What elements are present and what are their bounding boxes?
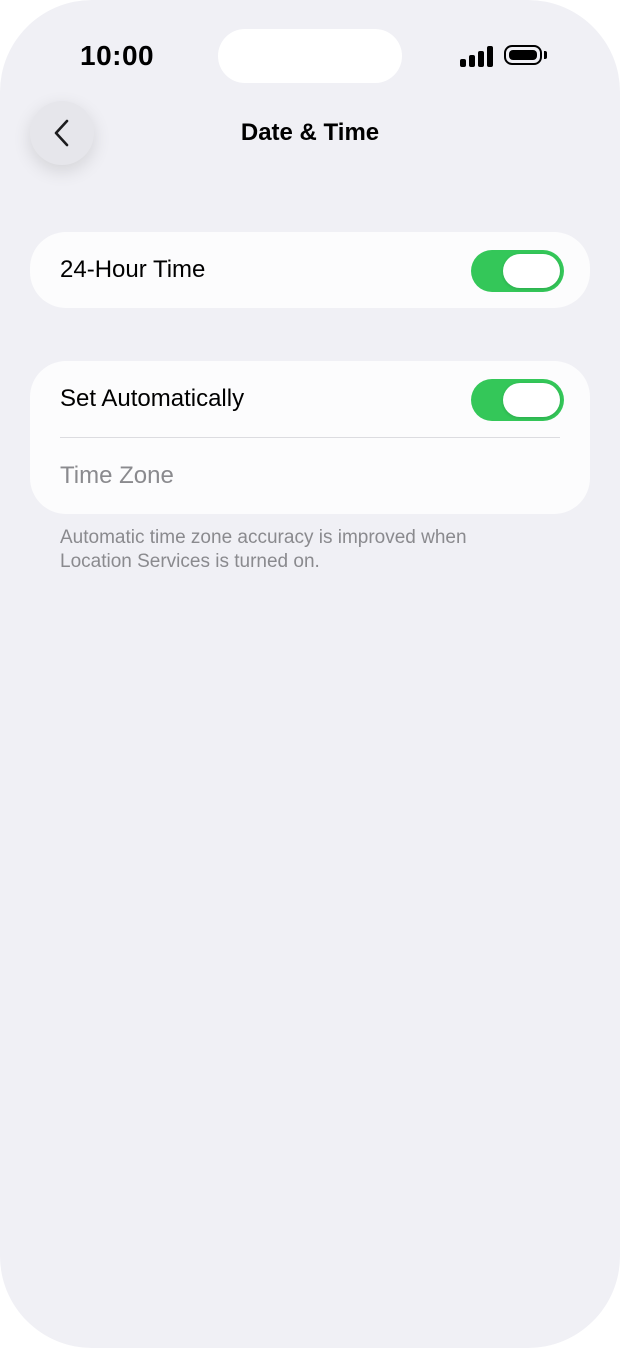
toggle-knob	[503, 383, 560, 417]
battery-icon	[504, 45, 550, 69]
phone-screen: 10:00 Date & Time 24-Hour Time Set Autom…	[0, 0, 620, 1348]
footnote-location-services: Automatic time zone accuracy is improved…	[60, 527, 467, 572]
dynamic-island	[218, 29, 402, 83]
row-label-time-zone: Time Zone	[60, 462, 174, 489]
settings-group-24-hour: 24-Hour Time	[30, 232, 590, 308]
row-label-24-hour-time: 24-Hour Time	[60, 256, 206, 283]
row-label-set-automatically: Set Automatically	[60, 385, 245, 412]
row-24-hour-time[interactable]: 24-Hour Time	[30, 232, 590, 308]
cellular-signal-icon	[460, 46, 494, 67]
toggle-set-automatically[interactable]	[471, 379, 564, 421]
toggle-24-hour-time[interactable]	[471, 250, 564, 292]
row-time-zone: Time Zone	[30, 438, 590, 514]
row-set-automatically[interactable]: Set Automatically	[30, 361, 590, 437]
chevron-left-icon	[54, 119, 69, 147]
page-title: Date & Time	[240, 119, 380, 146]
settings-group-automatic: Set Automatically Time Zone	[30, 361, 590, 514]
back-button[interactable]	[30, 101, 94, 165]
status-bar-time: 10:00	[80, 40, 155, 71]
toggle-knob	[503, 254, 560, 288]
